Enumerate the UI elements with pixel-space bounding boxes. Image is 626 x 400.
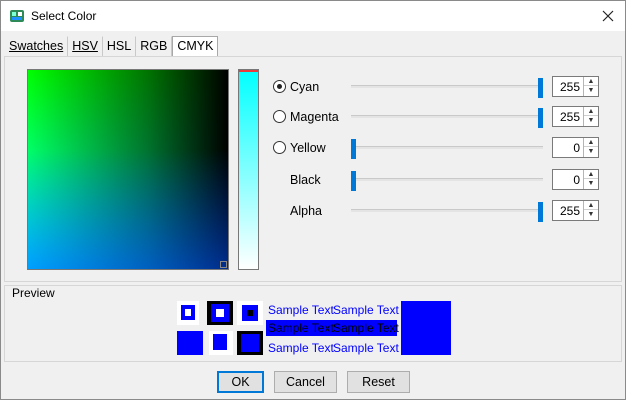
decrement-icon[interactable]: ▼ [584, 210, 598, 219]
yellow-value: 0 [573, 141, 580, 155]
preview-swatch [177, 331, 203, 355]
color-palette-icon [10, 10, 24, 22]
yellow-spinner[interactable]: 0 ▲ ▼ [552, 137, 599, 158]
increment-icon[interactable]: ▲ [584, 77, 598, 86]
color-map[interactable] [27, 69, 229, 270]
channel-row-cyan: Cyan 255 ▲ ▼ [273, 75, 603, 99]
channel-row-black: Black 0 ▲ ▼ [273, 168, 603, 192]
spinner-buttons: ▲ ▼ [583, 170, 598, 189]
tab-bar: Swatches HSV HSL RGB CMYK [5, 36, 219, 57]
magenta-value: 255 [559, 110, 580, 124]
channel-vertical-slider[interactable] [238, 69, 259, 270]
alpha-spinner[interactable]: 255 ▲ ▼ [552, 200, 599, 221]
black-spinner[interactable]: 0 ▲ ▼ [552, 169, 599, 190]
increment-icon[interactable]: ▲ [584, 201, 598, 210]
spinner-buttons: ▲ ▼ [583, 138, 598, 157]
sample-text: Sample Text [333, 321, 399, 335]
spinner-buttons: ▲ ▼ [583, 201, 598, 220]
select-color-dialog: Select Color Swatches HSV HSL RGB CMYK C… [0, 0, 626, 400]
tab-label: HSV [72, 39, 98, 53]
sample-text: Sample Text [268, 303, 334, 317]
sample-text: Sample Text [268, 341, 334, 355]
cyan-label: Cyan [290, 80, 320, 94]
black-slider-track[interactable] [351, 171, 543, 191]
decrement-icon[interactable]: ▼ [584, 147, 598, 156]
channel-row-yellow: Yellow 0 ▲ ▼ [273, 136, 603, 160]
alpha-slider-thumb[interactable] [538, 202, 543, 222]
cyan-radio[interactable] [273, 80, 286, 93]
increment-icon[interactable]: ▲ [584, 138, 598, 147]
preview-color-block [401, 301, 451, 355]
alpha-slider-track[interactable] [351, 202, 543, 222]
preview-swatch [213, 334, 227, 350]
black-slider-thumb[interactable] [351, 171, 356, 191]
increment-icon[interactable]: ▲ [584, 107, 598, 116]
magenta-slider-thumb[interactable] [538, 108, 543, 128]
tab-label: CMYK [177, 39, 214, 53]
tab-rgb[interactable]: RGB [136, 36, 173, 56]
magenta-radio[interactable] [273, 110, 286, 123]
ok-button[interactable]: OK [217, 371, 264, 393]
tab-label: HSL [106, 39, 132, 53]
channel-row-alpha: Alpha 255 ▲ ▼ [273, 199, 603, 223]
close-icon [602, 10, 614, 22]
tab-label: Swatches [9, 39, 64, 53]
preview-swatch [247, 310, 253, 316]
cyan-slider-thumb[interactable] [538, 78, 543, 98]
title-bar: Select Color [1, 1, 625, 31]
tab-cmyk[interactable]: CMYK [172, 36, 219, 57]
color-map-tint [28, 70, 228, 269]
yellow-slider-thumb[interactable] [351, 139, 356, 159]
color-map-cursor[interactable] [220, 261, 227, 268]
yellow-slider-track[interactable] [351, 139, 543, 159]
sample-text: Sample Text [268, 321, 334, 335]
spinner-buttons: ▲ ▼ [583, 107, 598, 126]
cyan-value: 255 [559, 80, 580, 94]
black-value: 0 [573, 173, 580, 187]
alpha-value: 255 [559, 204, 580, 218]
window-title: Select Color [31, 9, 97, 23]
preview-swatch [241, 334, 259, 352]
magenta-slider-track[interactable] [351, 108, 543, 128]
sample-text: Sample Text [333, 303, 399, 317]
close-button[interactable] [591, 1, 625, 31]
channel-row-magenta: Magenta 255 ▲ ▼ [273, 105, 603, 129]
reset-button[interactable]: Reset [347, 371, 410, 393]
decrement-icon[interactable]: ▼ [584, 86, 598, 95]
yellow-label: Yellow [290, 141, 326, 155]
decrement-icon[interactable]: ▼ [584, 116, 598, 125]
yellow-radio[interactable] [273, 141, 286, 154]
magenta-label: Magenta [290, 110, 339, 124]
magenta-spinner[interactable]: 255 ▲ ▼ [552, 106, 599, 127]
cancel-button[interactable]: Cancel [274, 371, 337, 393]
tab-label: RGB [140, 39, 168, 53]
black-label: Black [290, 173, 321, 187]
tab-hsl[interactable]: HSL [103, 36, 137, 56]
preview-swatch [185, 309, 191, 316]
sample-text: Sample Text [333, 341, 399, 355]
decrement-icon[interactable]: ▼ [584, 179, 598, 188]
alpha-label: Alpha [290, 204, 322, 218]
cyan-spinner[interactable]: 255 ▲ ▼ [552, 76, 599, 97]
preview-swatch [216, 309, 224, 317]
tab-swatches[interactable]: Swatches [5, 36, 69, 56]
preview-label: Preview [11, 286, 56, 300]
cyan-slider-track[interactable] [351, 78, 543, 98]
spinner-buttons: ▲ ▼ [583, 77, 598, 96]
vertical-slider-marker[interactable] [239, 70, 258, 72]
increment-icon[interactable]: ▲ [584, 170, 598, 179]
tab-hsv[interactable]: HSV [68, 36, 103, 56]
